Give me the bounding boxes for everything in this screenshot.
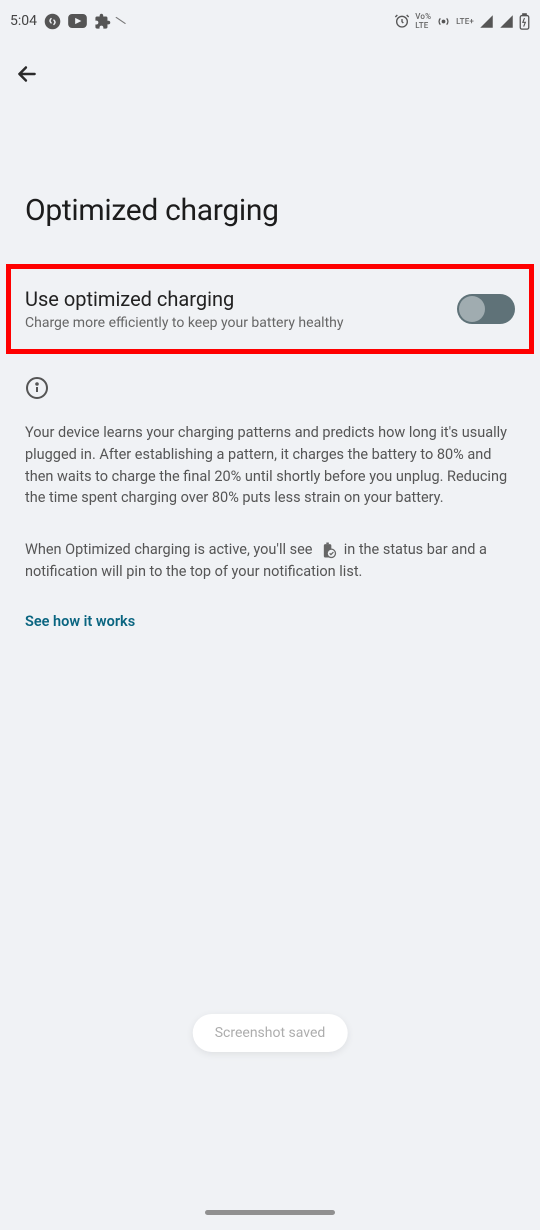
volte-indicator: Vo% LTE bbox=[415, 12, 431, 30]
info-icon-row bbox=[0, 376, 540, 422]
nav-handle[interactable] bbox=[205, 1210, 335, 1215]
status-bar: 5:04 \ Vo% LTE LTE+ bbox=[0, 0, 540, 42]
signal-strength-icon-1 bbox=[479, 14, 494, 29]
back-button[interactable] bbox=[14, 61, 38, 85]
screenshot-saved-toast: Screenshot saved bbox=[193, 1014, 348, 1052]
status-time: 5:04 bbox=[10, 13, 37, 29]
setting-text-group: Use optimized charging Charge more effic… bbox=[25, 287, 457, 331]
battery-optimize-inline-icon bbox=[318, 540, 338, 560]
highlighted-setting-container: Use optimized charging Charge more effic… bbox=[6, 264, 534, 354]
info-paragraph-1: Your device learns your charging pattern… bbox=[0, 422, 540, 539]
signal-strength-icon-2 bbox=[499, 14, 514, 29]
see-how-it-works-link[interactable]: See how it works bbox=[0, 613, 540, 630]
toggle-knob bbox=[459, 296, 485, 322]
status-bar-left: 5:04 \ bbox=[10, 13, 124, 30]
setting-subtitle: Charge more efficiently to keep your bat… bbox=[25, 315, 457, 331]
youtube-icon bbox=[68, 14, 87, 28]
shazam-icon bbox=[44, 13, 61, 30]
use-optimized-charging-setting[interactable]: Use optimized charging Charge more effic… bbox=[11, 269, 529, 349]
lte-indicator: LTE+ bbox=[456, 17, 474, 26]
navigation-bar bbox=[0, 42, 540, 103]
hotspot-icon bbox=[436, 14, 451, 29]
alarm-icon bbox=[394, 13, 410, 29]
debug-icon: \ bbox=[114, 13, 128, 29]
info-paragraph-2: When Optimized charging is active, you'l… bbox=[0, 539, 540, 613]
status-bar-right: Vo% LTE LTE+ bbox=[394, 12, 530, 30]
info-icon bbox=[25, 376, 49, 400]
info-paragraph-2-prefix: When Optimized charging is active, you'l… bbox=[25, 541, 312, 558]
setting-title: Use optimized charging bbox=[25, 287, 457, 311]
puzzle-icon bbox=[94, 13, 111, 30]
battery-icon bbox=[519, 13, 530, 30]
page-title: Optimized charging bbox=[0, 103, 540, 264]
optimized-charging-toggle[interactable] bbox=[457, 294, 515, 324]
